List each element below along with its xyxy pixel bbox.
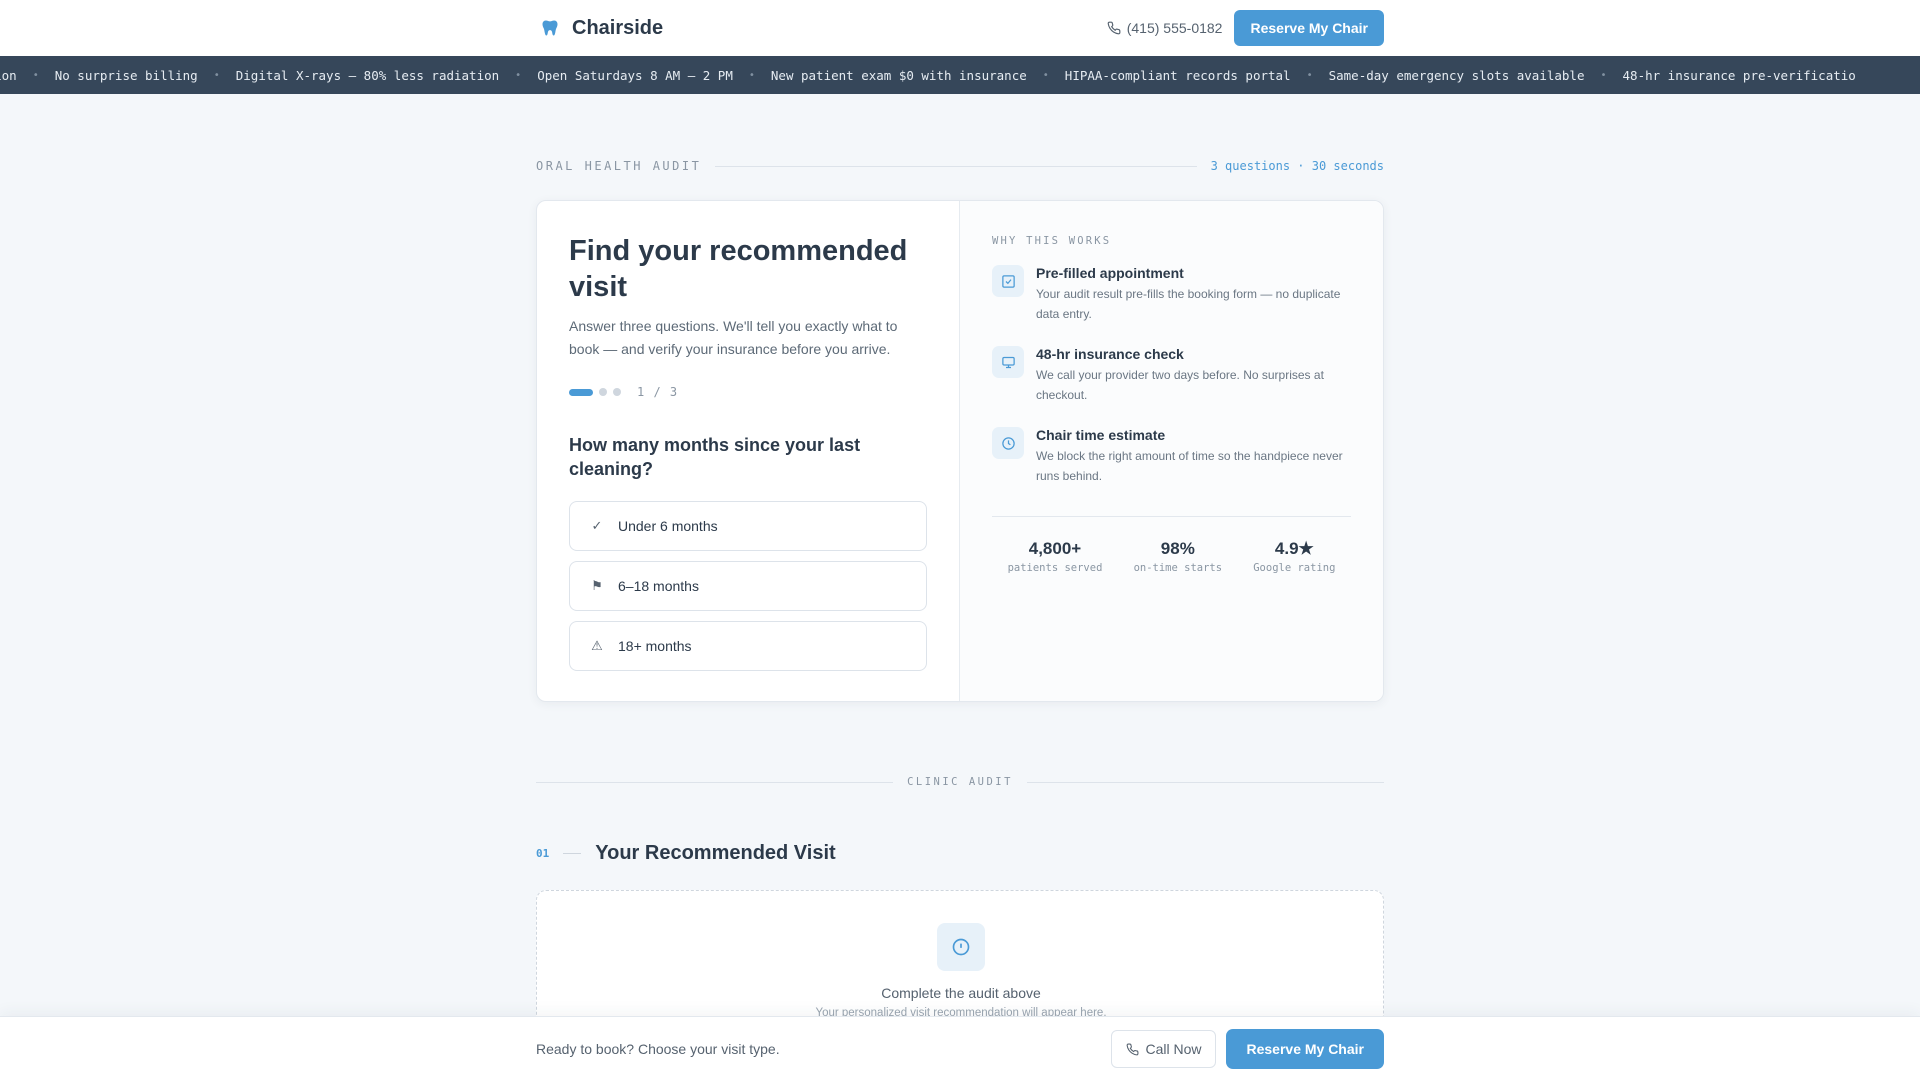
header-phone-link[interactable]: (415) 555-0182 [1107, 20, 1223, 36]
announcement-ticker: ication•No surprise billing•Digital X-ra… [0, 56, 1920, 94]
ticker-item: Digital X-rays — 80% less radiation [235, 67, 500, 83]
footer-prompt: Ready to book? Choose your visit type. [536, 1041, 780, 1057]
divider-line [536, 781, 894, 783]
stat-on-time: 98% on-time starts [1134, 539, 1223, 574]
ticker-item: No surprise billing [54, 67, 198, 83]
stat-value: 4.9★ [1274, 539, 1314, 558]
option-under-6-months[interactable]: ✓ Under 6 months [569, 501, 927, 551]
stats-row: 4,800+ patients served 98% on-time start… [992, 516, 1351, 574]
step-counter: 1 / 3 [637, 385, 679, 399]
audit-eyebrow: ORAL HEALTH AUDIT [536, 159, 702, 173]
empty-message: Complete the audit above [881, 985, 1041, 1001]
ticker-item: Same-day emergency slots available [1328, 67, 1585, 83]
divider-line [1026, 781, 1385, 783]
stat-patients: 4,800+ patients served [1008, 539, 1103, 574]
check-icon: ✓ [591, 518, 603, 533]
option-6-18-months[interactable]: ⚑ 6–18 months [569, 561, 927, 611]
section-number: 01 [536, 846, 550, 860]
audit-question: How many months since your last cleaning… [569, 435, 861, 479]
monitor-icon [992, 346, 1024, 378]
feature-title: Chair time estimate [1036, 427, 1166, 443]
stat-value: 4,800+ [1028, 539, 1082, 558]
ticker-item: HIPAA-compliant records portal [1064, 67, 1291, 83]
step-progress: 1 / 3 [569, 385, 927, 399]
brand-name: Chairside [572, 16, 664, 39]
audit-section-header: ORAL HEALTH AUDIT 3 questions · 30 secon… [536, 156, 1384, 176]
feature-item: Chair time estimate We block the right a… [992, 427, 1351, 486]
feature-item: 48-hr insurance check We call your provi… [992, 346, 1351, 405]
section-dash [563, 852, 582, 854]
stat-label: on-time starts [1133, 562, 1223, 574]
stat-label: Google rating [1253, 562, 1336, 574]
sticky-booking-bar: Ready to book? Choose your visit type. C… [0, 1016, 1920, 1080]
tooth-icon [542, 20, 558, 36]
answer-options: ✓ Under 6 months ⚑ 6–18 months ⚠ 18+ mon… [569, 501, 927, 671]
option-label: 6–18 months [618, 578, 699, 594]
checkbox-icon [992, 265, 1024, 297]
progress-step [613, 388, 621, 396]
site-header: Chairside (415) 555-0182 Reserve My Chai… [0, 0, 1920, 56]
feature-desc: Your audit result pre-fills the booking … [1036, 287, 1341, 321]
stat-label: patients served [1007, 562, 1103, 574]
audit-form: Find your recommended visit Answer three… [537, 201, 960, 701]
clock-icon [992, 427, 1024, 459]
feature-item: Pre-filled appointment Your audit result… [992, 265, 1351, 324]
flag-icon: ⚑ [591, 578, 603, 593]
reserve-chair-button[interactable]: Reserve My Chair [1234, 10, 1384, 46]
audit-card: Find your recommended visit Answer three… [536, 200, 1384, 702]
option-label: Under 6 months [618, 518, 718, 534]
option-18-plus-months[interactable]: ⚠ 18+ months [569, 621, 927, 671]
call-now-label: Call Now [1145, 1041, 1202, 1057]
why-eyebrow: WHY THIS WORKS [992, 235, 1112, 247]
feature-list: Pre-filled appointment Your audit result… [992, 265, 1351, 486]
why-panel: WHY THIS WORKS Pre-filled appointment Yo… [960, 201, 1383, 701]
stat-rating: 4.9★ Google rating [1253, 539, 1335, 574]
feature-title: 48-hr insurance check [1036, 346, 1184, 362]
phone-number: (415) 555-0182 [1126, 20, 1223, 36]
progress-step [599, 388, 607, 396]
info-icon [937, 923, 985, 971]
recommended-visit-header: 01 Your Recommended Visit [536, 838, 836, 868]
clinic-audit-label: CLINIC AUDIT [907, 776, 1013, 788]
audit-meta: 3 questions · 30 seconds [1210, 159, 1384, 173]
ticker-item: 48-hr insurance pre-verificatio [1622, 67, 1856, 83]
phone-icon [1107, 21, 1121, 35]
ticker-item: Open Saturdays 8 AM – 2 PM [537, 67, 733, 83]
divider-line [715, 165, 1197, 167]
audit-title: Find your recommended visit [569, 235, 908, 303]
call-now-button[interactable]: Call Now [1111, 1030, 1217, 1068]
section-title: Your Recommended Visit [595, 841, 836, 864]
brand[interactable]: Chairside [540, 14, 663, 42]
ticker-item: ication [0, 67, 17, 83]
phone-icon [1127, 1043, 1139, 1055]
ticker-track: ication•No surprise billing•Digital X-ra… [0, 56, 1872, 94]
progress-step-active [569, 388, 593, 396]
feature-desc: We block the right amount of time so the… [1036, 449, 1343, 483]
audit-subtitle: Answer three questions. We'll tell you e… [569, 318, 898, 357]
ticker-item: New patient exam $0 with insurance [770, 67, 1027, 83]
clinic-audit-divider: CLINIC AUDIT [536, 772, 1385, 792]
footer-reserve-chair-button[interactable]: Reserve My Chair [1226, 1029, 1384, 1069]
warning-icon: ⚠ [591, 638, 603, 653]
option-label: 18+ months [618, 638, 692, 654]
stat-value: 98% [1160, 539, 1195, 558]
feature-title: Pre-filled appointment [1036, 265, 1184, 281]
feature-desc: We call your provider two days before. N… [1036, 368, 1324, 402]
